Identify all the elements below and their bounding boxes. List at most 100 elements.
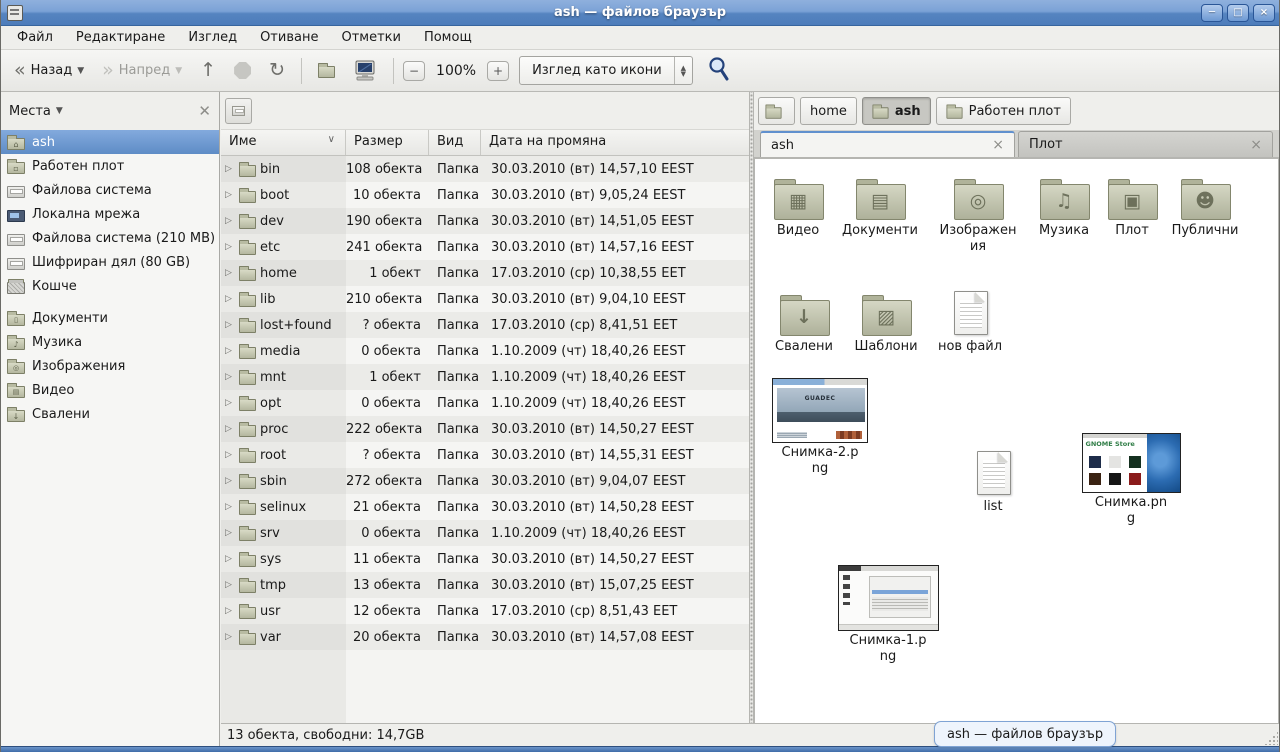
expander-icon[interactable]: ▷ [225, 580, 235, 590]
menu-item[interactable]: Отиване [250, 28, 328, 47]
breadcrumb-button[interactable]: ash [862, 97, 931, 125]
computer-button[interactable] [346, 56, 384, 86]
sidebar-item[interactable] [1, 298, 219, 306]
file-icon-item[interactable]: Документи [838, 169, 922, 239]
table-row[interactable]: ▷ mnt 1 обект Папка 1.10.2009 (чт) 18,40… [221, 364, 749, 390]
file-icon-item[interactable]: list [951, 445, 1035, 515]
breadcrumb-button[interactable]: home [800, 97, 857, 125]
sidebar-item[interactable]: Музика [1, 330, 219, 354]
expander-icon[interactable]: ▷ [225, 424, 235, 434]
expander-icon[interactable]: ▷ [225, 398, 235, 408]
sidebar-mode-select[interactable]: Места ▼ [9, 104, 63, 119]
table-row[interactable]: ▷ tmp 13 обекта Папка 30.03.2010 (вт) 15… [221, 572, 749, 598]
column-header-date[interactable]: Дата на промяна [481, 130, 749, 155]
file-icon-item[interactable]: GUADEC Снимка-2.png [770, 378, 870, 477]
file-icon-item[interactable]: Изображения [936, 169, 1020, 255]
table-row[interactable]: ▷ media 0 обекта Папка 1.10.2009 (чт) 18… [221, 338, 749, 364]
table-row[interactable]: ▷ home 1 обект Папка 17.03.2010 (ср) 10,… [221, 260, 749, 286]
table-row[interactable]: ▷ var 20 обекта Папка 30.03.2010 (вт) 14… [221, 624, 749, 650]
back-history-dropdown-icon[interactable]: ▼ [77, 66, 84, 76]
table-row[interactable]: ▷ opt 0 обекта Папка 1.10.2009 (чт) 18,4… [221, 390, 749, 416]
file-icon-item[interactable]: GNOME Store Снимка.png [1079, 433, 1183, 527]
forward-button[interactable]: » Напред ▼ [95, 57, 189, 84]
table-row[interactable]: ▷ sbin 272 обекта Папка 30.03.2010 (вт) … [221, 468, 749, 494]
table-row[interactable]: ▷ root ? обекта Папка 30.03.2010 (вт) 14… [221, 442, 749, 468]
table-row[interactable]: ▷ lost+found ? обекта Папка 17.03.2010 (… [221, 312, 749, 338]
menu-item[interactable]: Отметки [331, 28, 410, 47]
sidebar-item[interactable]: ash [1, 130, 219, 154]
table-row[interactable]: ▷ usr 12 обекта Папка 17.03.2010 (ср) 8,… [221, 598, 749, 624]
expander-icon[interactable]: ▷ [225, 190, 235, 200]
table-row[interactable]: ▷ dev 190 обекта Папка 30.03.2010 (вт) 1… [221, 208, 749, 234]
sidebar-item[interactable]: Файлова система [1, 178, 219, 202]
tab[interactable]: ash × [760, 131, 1015, 157]
menu-item[interactable]: Помощ [414, 28, 482, 47]
file-icon-item[interactable]: Публични [1163, 169, 1247, 239]
table-row[interactable]: ▷ boot 10 обекта Папка 30.03.2010 (вт) 9… [221, 182, 749, 208]
expander-icon[interactable]: ▷ [225, 320, 235, 330]
sidebar-item[interactable]: Изображения [1, 354, 219, 378]
column-header-size[interactable]: Размер [346, 130, 429, 155]
expander-icon[interactable]: ▷ [225, 216, 235, 226]
view-mode-select[interactable]: Изглед като икони ▲▼ [519, 56, 693, 85]
table-row[interactable]: ▷ selinux 21 обекта Папка 30.03.2010 (вт… [221, 494, 749, 520]
minimize-button[interactable]: ─ [1201, 4, 1223, 22]
expander-icon[interactable]: ▷ [225, 606, 235, 616]
menu-item[interactable]: Файл [7, 28, 63, 47]
tab-close-icon[interactable]: × [992, 137, 1004, 153]
breadcrumb-button[interactable]: Работен плот [936, 97, 1071, 125]
sidebar-item[interactable]: Файлова система (210 MB) [1, 226, 219, 250]
maximize-button[interactable]: □ [1227, 4, 1249, 22]
resize-grip[interactable] [1264, 731, 1278, 745]
expander-icon[interactable]: ▷ [225, 268, 235, 278]
table-row[interactable]: ▷ srv 0 обекта Папка 1.10.2009 (чт) 18,4… [221, 520, 749, 546]
sidebar-item[interactable]: Локална мрежа [1, 202, 219, 226]
menu-item[interactable]: Редактиране [66, 28, 175, 47]
sidebar-item[interactable]: Видео [1, 378, 219, 402]
icon-view[interactable]: Видео Документи [754, 158, 1279, 723]
expander-icon[interactable]: ▷ [225, 294, 235, 304]
file-icon-item[interactable]: нов файл [928, 285, 1012, 355]
root-location-button[interactable] [225, 98, 252, 124]
menu-item[interactable]: Изглед [178, 28, 247, 47]
expander-icon[interactable]: ▷ [225, 554, 235, 564]
stop-button[interactable] [227, 58, 258, 83]
back-button[interactable]: « Назад ▼ [7, 57, 91, 84]
table-row[interactable]: ▷ bin 108 обекта Папка 30.03.2010 (вт) 1… [221, 156, 749, 182]
expander-icon[interactable]: ▷ [225, 164, 235, 174]
sidebar-item[interactable]: Шифриран дял (80 GB) [1, 250, 219, 274]
file-icon-item[interactable]: Снимка-1.png [835, 565, 941, 665]
home-button[interactable] [311, 59, 342, 82]
expander-icon[interactable]: ▷ [225, 632, 235, 642]
sidebar-close-icon[interactable]: ✕ [198, 102, 211, 120]
table-row[interactable]: ▷ proc 222 обекта Папка 30.03.2010 (вт) … [221, 416, 749, 442]
tab-close-icon[interactable]: × [1250, 137, 1262, 153]
file-icon-item[interactable]: Свалени [762, 285, 846, 355]
sidebar-item[interactable]: Кошче [1, 274, 219, 298]
expander-icon[interactable]: ▷ [225, 372, 235, 382]
expander-icon[interactable]: ▷ [225, 528, 235, 538]
search-button[interactable] [707, 56, 731, 86]
up-button[interactable]: ↑ [193, 57, 223, 84]
table-row[interactable]: ▷ sys 11 обекта Папка 30.03.2010 (вт) 14… [221, 546, 749, 572]
sidebar-item[interactable]: Свалени [1, 402, 219, 426]
close-button[interactable]: × [1253, 4, 1275, 22]
column-header-type[interactable]: Вид [429, 130, 481, 155]
expander-icon[interactable]: ▷ [225, 476, 235, 486]
reload-button[interactable]: ↻ [262, 57, 292, 84]
expander-icon[interactable]: ▷ [225, 242, 235, 252]
expander-icon[interactable]: ▷ [225, 502, 235, 512]
table-row[interactable]: ▷ etc 241 обекта Папка 30.03.2010 (вт) 1… [221, 234, 749, 260]
view-mode-spinner-icon[interactable]: ▲▼ [674, 57, 692, 84]
expander-icon[interactable]: ▷ [225, 346, 235, 356]
sidebar-item[interactable]: Работен плот [1, 154, 219, 178]
titlebar[interactable]: ash — файлов браузър ─ □ × [1, 0, 1279, 26]
file-icon-item[interactable]: Видео [756, 169, 840, 239]
zoom-in-button[interactable]: + [487, 61, 509, 81]
sidebar-item[interactable]: Документи [1, 306, 219, 330]
file-icon-item[interactable]: Плот [1090, 169, 1174, 239]
column-header-name[interactable]: Име∨ [221, 130, 346, 155]
tab[interactable]: Плот × [1018, 131, 1273, 157]
table-row[interactable]: ▷ lib 210 обекта Папка 30.03.2010 (вт) 9… [221, 286, 749, 312]
file-icon-item[interactable]: Шаблони [844, 285, 928, 355]
